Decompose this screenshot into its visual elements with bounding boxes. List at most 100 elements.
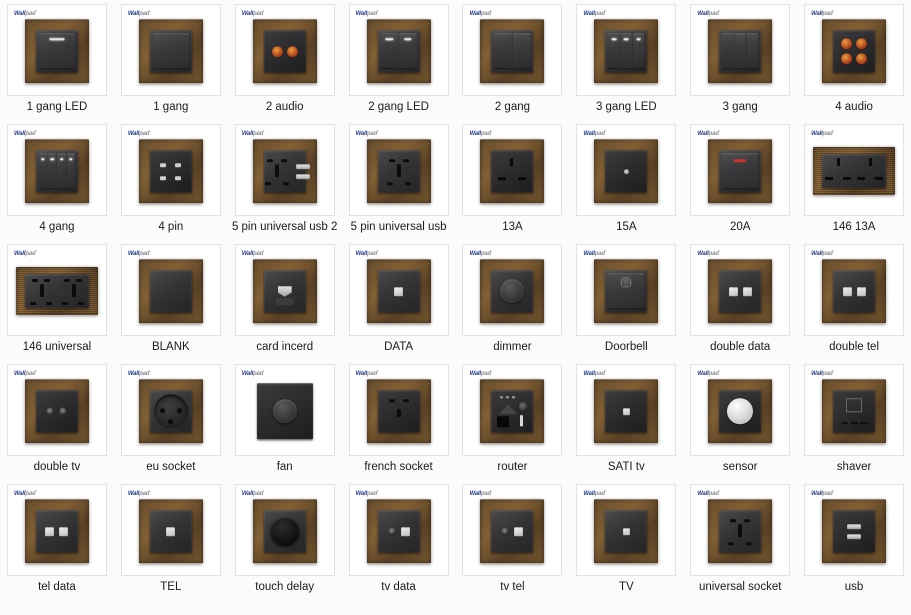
product-cell[interactable]: Wallpad· tv data — [342, 480, 456, 600]
product-cell[interactable]: Wallpad· 4 audio — [797, 0, 911, 120]
rocker-switch[interactable] — [722, 33, 734, 69]
rj-port-icon[interactable] — [622, 527, 630, 535]
product-cell[interactable]: Wallpad· 3 gang — [683, 0, 797, 120]
product-cell[interactable]: Wallpad· 2 audio — [228, 0, 342, 120]
product-card[interactable]: Wallpad· — [804, 484, 905, 576]
router-module-face[interactable] — [494, 395, 530, 428]
product-cell[interactable]: Wallpad· tv tel — [456, 480, 570, 600]
product-cell[interactable]: Wallpad· TEL — [114, 480, 228, 600]
rocker-switch[interactable] — [152, 33, 189, 69]
product-cell[interactable]: Wallpad· 2 gang — [456, 0, 570, 120]
product-cell[interactable]: Wallpad· router — [456, 360, 570, 480]
product-card[interactable]: Wallpad· — [234, 4, 335, 96]
product-cell[interactable]: Wallpad· dimmer — [456, 240, 570, 360]
product-card[interactable]: Wallpad· — [348, 4, 449, 96]
motion-sensor-lens[interactable] — [727, 398, 754, 425]
product-card[interactable]: Wallpad· — [462, 244, 563, 336]
audio-terminal[interactable] — [286, 45, 298, 57]
product-card[interactable]: Wallpad· — [6, 124, 107, 216]
product-card[interactable]: Wallpad· — [462, 364, 563, 456]
product-card[interactable]: Wallpad· — [348, 124, 449, 216]
eu-socket-face[interactable] — [153, 394, 188, 429]
product-card[interactable]: Wallpad· — [804, 364, 905, 456]
universal-socket-face[interactable] — [260, 155, 294, 187]
product-card[interactable]: Wallpad· — [690, 364, 791, 456]
product-cell[interactable]: Wallpad· BLANK — [114, 240, 228, 360]
universal-socket-face[interactable] — [723, 515, 757, 547]
coax-port-icon[interactable] — [387, 527, 396, 536]
product-cell[interactable]: Wallpad· card incerd — [228, 240, 342, 360]
double-uk-socket-face[interactable] — [822, 154, 886, 188]
rocker-switch[interactable] — [38, 153, 48, 189]
product-cell[interactable]: Wallpad· sensor — [683, 360, 797, 480]
audio-terminal[interactable] — [856, 53, 868, 65]
french-socket-face[interactable] — [382, 395, 416, 427]
universal-socket-face[interactable] — [57, 275, 89, 307]
product-card[interactable]: Wallpad· — [576, 4, 677, 96]
product-card[interactable]: Wallpad· — [576, 364, 677, 456]
product-cell[interactable]: Wallpad· 2 gang LED — [342, 0, 456, 120]
rj-port-icon[interactable] — [728, 286, 738, 296]
product-cell[interactable]: Wallpad· shaver — [797, 360, 911, 480]
product-card[interactable]: Wallpad· — [462, 484, 563, 576]
product-card[interactable]: Wallpad· — [120, 124, 221, 216]
rj-port-icon[interactable] — [400, 526, 410, 536]
rj-port-icon[interactable] — [59, 526, 69, 536]
product-card[interactable]: Wallpad· — [804, 244, 905, 336]
rj-port-icon[interactable] — [842, 286, 852, 296]
rocker-switch[interactable] — [722, 153, 759, 189]
product-cell[interactable]: Wallpad· universal socket — [683, 480, 797, 600]
product-cell[interactable]: Wallpad· 5 pin universal usb — [342, 120, 456, 240]
product-cell[interactable]: Wallpad· double tv — [0, 360, 114, 480]
rj-port-icon[interactable] — [622, 407, 630, 415]
product-card[interactable]: Wallpad· — [6, 244, 107, 336]
audio-terminal[interactable] — [841, 38, 853, 50]
uk-socket-face[interactable] — [822, 157, 854, 184]
product-cell[interactable]: Wallpad· 20A — [683, 120, 797, 240]
product-card[interactable]: Wallpad· — [690, 4, 791, 96]
usb-port-group[interactable] — [847, 523, 862, 539]
rj-port-icon[interactable] — [514, 526, 524, 536]
product-card[interactable]: Wallpad· — [348, 484, 449, 576]
product-card[interactable]: Wallpad· — [234, 364, 335, 456]
rocker-switch[interactable] — [633, 33, 645, 69]
product-card[interactable]: Wallpad· — [576, 244, 677, 336]
universal-socket-face[interactable] — [382, 155, 416, 187]
rocker-switch[interactable] — [57, 153, 66, 189]
product-cell[interactable]: Wallpad· double tel — [797, 240, 911, 360]
rj-port-icon[interactable] — [856, 286, 866, 296]
product-card[interactable]: Wallpad· — [462, 4, 563, 96]
product-cell[interactable]: Wallpad· 15A — [569, 120, 683, 240]
uk-socket-face[interactable] — [495, 158, 529, 184]
coax-port-icon[interactable] — [46, 407, 55, 416]
product-cell[interactable]: Wallpad· eu socket — [114, 360, 228, 480]
product-cell[interactable]: Wallpad· 3 gang LED — [569, 0, 683, 120]
rocker-switch[interactable] — [620, 33, 632, 69]
product-card[interactable]: Wallpad· — [348, 364, 449, 456]
usb-port-group[interactable] — [295, 163, 310, 179]
product-cell[interactable]: Wallpad· 1 gang LED — [0, 0, 114, 120]
product-cell[interactable]: Wallpad· 13A — [456, 120, 570, 240]
rocker-switch[interactable] — [38, 33, 75, 69]
product-cell[interactable]: Wallpad· 4 pin — [114, 120, 228, 240]
product-card[interactable]: Wallpad· — [576, 124, 677, 216]
product-card[interactable]: Wallpad· — [6, 484, 107, 576]
product-card[interactable]: Wallpad· — [234, 484, 335, 576]
product-card[interactable]: Wallpad· — [804, 4, 905, 96]
touch-delay-button[interactable] — [269, 516, 300, 547]
product-cell[interactable]: Wallpad· 1 gang — [114, 0, 228, 120]
double-universal-socket-face[interactable] — [25, 274, 89, 308]
product-cell[interactable]: Wallpad· 4 gang — [0, 120, 114, 240]
product-card[interactable]: Wallpad· — [690, 124, 791, 216]
card-insert-face[interactable] — [268, 276, 302, 306]
product-cell[interactable]: Wallpad· 146 13A — [797, 120, 911, 240]
audio-terminal[interactable] — [271, 45, 283, 57]
rocker-switch[interactable] — [48, 153, 57, 189]
round-pin-icon[interactable] — [623, 168, 629, 174]
rocker-switch[interactable] — [512, 33, 531, 69]
four-pin-face[interactable] — [160, 162, 182, 180]
product-cell[interactable]: Wallpad· usb — [797, 480, 911, 600]
product-cell[interactable]: Wallpad· tel data — [0, 480, 114, 600]
product-card[interactable]: Wallpad· — [120, 484, 221, 576]
rocker-switch[interactable] — [608, 273, 645, 309]
